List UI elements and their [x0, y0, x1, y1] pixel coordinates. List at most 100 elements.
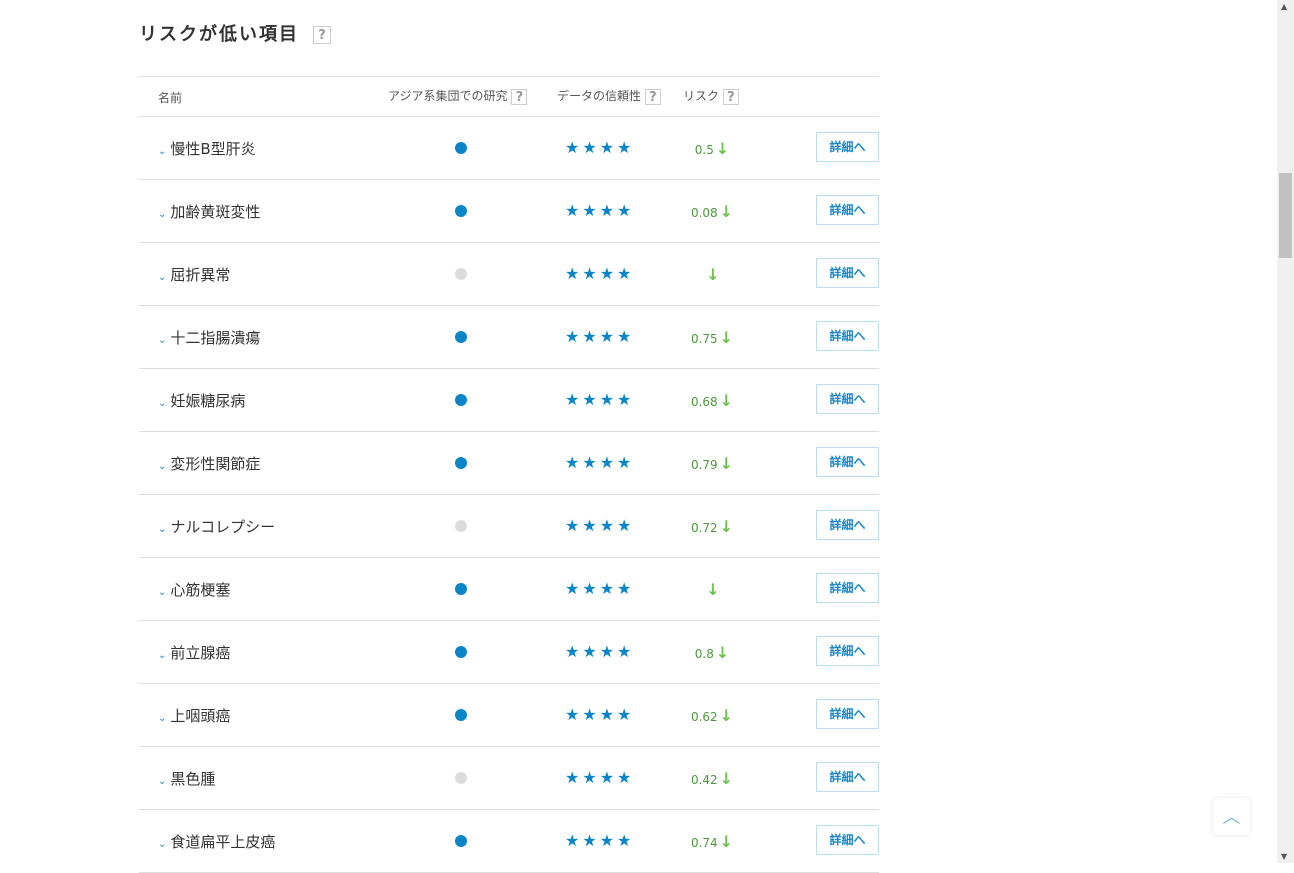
help-icon[interactable]: ?	[313, 26, 331, 44]
asian-study-indicator	[455, 331, 467, 343]
row-name: 変形性関節症	[170, 455, 261, 473]
detail-button[interactable]: 詳細へ	[816, 636, 879, 666]
asian-study-indicator	[455, 394, 467, 406]
arrow-down-icon: ↓	[719, 706, 734, 725]
row-name-toggle[interactable]: ⌄ 十二指腸潰瘍	[158, 327, 260, 348]
header-asian: アジア系集団での研究 ?	[388, 87, 528, 105]
risk-number: 0.79	[690, 458, 718, 472]
arrow-down-icon: ↓	[719, 832, 734, 851]
row-name: 慢性B型肝炎	[170, 140, 256, 158]
reliability-stars: ★★★★	[565, 327, 635, 346]
row-name-toggle[interactable]: ⌄ 黒色腫	[158, 768, 215, 789]
arrow-down-icon: ↓	[719, 328, 734, 347]
asian-study-indicator	[455, 457, 467, 469]
risk-value: 0.08 ↓	[679, 202, 745, 221]
scroll-up-arrow-icon[interactable]: ▲	[1281, 2, 1287, 11]
chevron-down-icon: ⌄	[158, 839, 167, 850]
header-reliability: データの信頼性 ?	[557, 87, 661, 105]
row-name: ナルコレプシー	[170, 518, 276, 536]
detail-button[interactable]: 詳細へ	[816, 195, 879, 225]
table-row: ⌄ 変形性関節症 ★★★★ 0.79 ↓ 詳細へ	[139, 432, 879, 495]
table-row: ⌄ 慢性B型肝炎 ★★★★ 0.5 ↓ 詳細へ	[139, 117, 879, 180]
row-name-toggle[interactable]: ⌄ 心筋梗塞	[158, 579, 230, 600]
arrow-down-icon: ↓	[719, 769, 734, 788]
row-name: 前立腺癌	[170, 644, 231, 662]
risk-value: ↓	[679, 580, 745, 599]
back-to-top-button[interactable]: ︿	[1213, 798, 1250, 835]
detail-button[interactable]: 詳細へ	[816, 132, 879, 162]
risk-number: 0.8	[694, 647, 714, 661]
row-name-toggle[interactable]: ⌄ 加齢黄斑変性	[158, 201, 260, 222]
chevron-down-icon: ⌄	[158, 146, 167, 157]
arrow-down-icon: ↓	[719, 454, 734, 473]
table-row: ⌄ 前立腺癌 ★★★★ 0.8 ↓ 詳細へ	[139, 621, 879, 684]
row-name: 妊娠糖尿病	[170, 392, 246, 410]
detail-button[interactable]: 詳細へ	[816, 699, 879, 729]
reliability-stars: ★★★★	[565, 768, 635, 787]
row-name-toggle[interactable]: ⌄ 屈折異常	[158, 264, 230, 285]
table-row: ⌄ 黒色腫 ★★★★ 0.42 ↓ 詳細へ	[139, 747, 879, 810]
row-name-toggle[interactable]: ⌄ 妊娠糖尿病	[158, 390, 245, 411]
reliability-stars: ★★★★	[565, 453, 635, 472]
scrollbar-thumb[interactable]	[1279, 173, 1292, 258]
detail-button[interactable]: 詳細へ	[816, 573, 879, 603]
reliability-stars: ★★★★	[565, 138, 635, 157]
row-name-toggle[interactable]: ⌄ 上咽頭癌	[158, 705, 230, 726]
risk-number: 0.62	[690, 710, 718, 724]
risk-number: 0.42	[690, 773, 718, 787]
detail-button[interactable]: 詳細へ	[816, 762, 879, 792]
detail-button[interactable]: 詳細へ	[816, 510, 879, 540]
detail-button[interactable]: 詳細へ	[816, 384, 879, 414]
reliability-stars: ★★★★	[565, 705, 635, 724]
risk-value: 0.68 ↓	[679, 391, 745, 410]
asian-study-indicator	[455, 646, 467, 658]
reliability-stars: ★★★★	[565, 516, 635, 535]
chevron-down-icon: ⌄	[158, 713, 167, 724]
help-icon[interactable]: ?	[644, 88, 661, 105]
arrow-down-icon: ↓	[706, 265, 720, 284]
asian-study-indicator	[455, 583, 467, 595]
row-name-toggle[interactable]: ⌄ 前立腺癌	[158, 642, 230, 663]
table-row: ⌄ 屈折異常 ★★★★ ↓ 詳細へ	[139, 243, 879, 306]
table-header: 名前 アジア系集団での研究 ? データの信頼性 ? リスク ?	[139, 77, 879, 117]
risk-value: 0.42 ↓	[679, 769, 745, 788]
risk-table: 名前 アジア系集団での研究 ? データの信頼性 ? リスク ? ⌄ 慢性B型肝炎 …	[139, 76, 879, 873]
asian-study-indicator	[455, 709, 467, 721]
chevron-down-icon: ⌄	[158, 398, 167, 409]
help-icon[interactable]: ?	[722, 88, 739, 105]
row-name-toggle[interactable]: ⌄ ナルコレプシー	[158, 516, 275, 537]
detail-button[interactable]: 詳細へ	[816, 321, 879, 351]
reliability-stars: ★★★★	[565, 579, 635, 598]
arrow-down-icon: ↓	[719, 517, 734, 536]
asian-study-indicator	[455, 772, 467, 784]
risk-number: 0.68	[690, 395, 718, 409]
row-name-toggle[interactable]: ⌄ 慢性B型肝炎	[158, 138, 256, 159]
reliability-stars: ★★★★	[565, 201, 635, 220]
arrow-down-icon: ↓	[719, 202, 734, 221]
row-name-toggle[interactable]: ⌄ 食道扁平上皮癌	[158, 831, 275, 852]
chevron-up-icon: ︿	[1222, 807, 1241, 828]
arrow-down-icon: ↓	[719, 391, 734, 410]
arrow-down-icon: ↓	[706, 580, 720, 599]
row-name: 十二指腸潰瘍	[170, 329, 261, 347]
detail-button[interactable]: 詳細へ	[816, 825, 879, 855]
scrollbar[interactable]: ▲ ▼	[1277, 0, 1294, 863]
table-row: ⌄ 妊娠糖尿病 ★★★★ 0.68 ↓ 詳細へ	[139, 369, 879, 432]
row-name-toggle[interactable]: ⌄ 変形性関節症	[158, 453, 260, 474]
asian-study-indicator	[455, 520, 467, 532]
detail-button[interactable]: 詳細へ	[816, 258, 879, 288]
risk-value: 0.72 ↓	[679, 517, 745, 536]
risk-value: ↓	[679, 265, 745, 284]
header-reliability-label: データの信頼性	[557, 89, 642, 103]
chevron-down-icon: ⌄	[158, 272, 167, 283]
risk-value: 0.8 ↓	[679, 643, 745, 662]
reliability-stars: ★★★★	[565, 831, 635, 850]
arrow-down-icon: ↓	[715, 139, 730, 158]
table-row: ⌄ ナルコレプシー ★★★★ 0.72 ↓ 詳細へ	[139, 495, 879, 558]
table-row: ⌄ 十二指腸潰瘍 ★★★★ 0.75 ↓ 詳細へ	[139, 306, 879, 369]
detail-button[interactable]: 詳細へ	[816, 447, 879, 477]
scroll-down-arrow-icon[interactable]: ▼	[1281, 852, 1287, 861]
help-icon[interactable]: ?	[511, 88, 528, 105]
chevron-down-icon: ⌄	[158, 587, 167, 598]
asian-study-indicator	[455, 835, 467, 847]
